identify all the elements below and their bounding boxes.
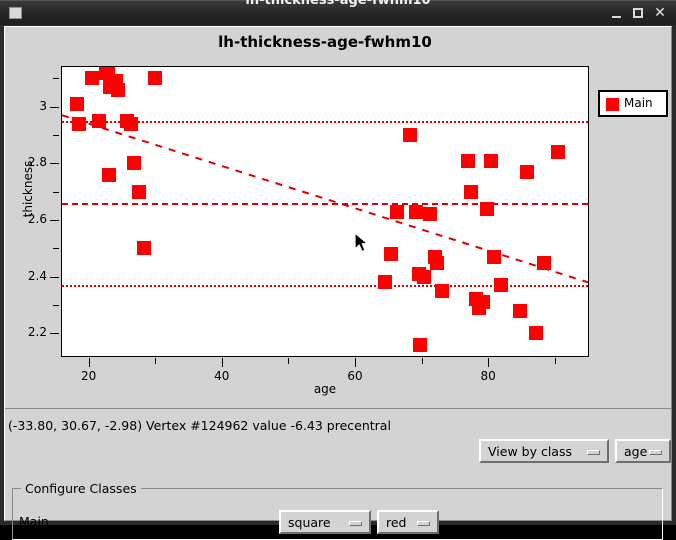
plot-legend[interactable]: Main (598, 90, 668, 117)
y-tick-major (50, 220, 59, 221)
data-point[interactable] (464, 185, 478, 199)
data-point[interactable] (529, 326, 543, 340)
y-tick-label: 2.4 (13, 269, 47, 283)
class-name-label: Main (19, 514, 49, 529)
x-tick-label: 20 (74, 369, 104, 383)
data-point[interactable] (102, 168, 116, 182)
data-point[interactable] (384, 247, 398, 261)
data-point[interactable] (132, 185, 146, 199)
data-point[interactable] (494, 278, 508, 292)
maximize-button[interactable] (630, 5, 646, 21)
application-window: lh-thickness-age-fwhm10 ✕ lh-thickness-a… (0, 0, 676, 525)
y-tick-minor (53, 135, 59, 136)
window-title: lh-thickness-age-fwhm10 (0, 0, 676, 8)
data-point[interactable] (417, 270, 431, 284)
class-color-label: red (386, 515, 407, 530)
data-point[interactable] (148, 71, 162, 85)
data-point[interactable] (513, 304, 527, 318)
chevron-down-icon (349, 521, 362, 526)
data-point[interactable] (484, 154, 498, 168)
x-tick-major (222, 358, 223, 367)
y-tick-minor (53, 192, 59, 193)
class-shape-option-menu[interactable]: square (279, 510, 371, 534)
data-point[interactable] (409, 205, 423, 219)
view-mode-option-menu[interactable]: View by class (479, 439, 609, 463)
data-point[interactable] (70, 97, 84, 111)
class-shape-label: square (288, 515, 331, 530)
x-tick-label: 40 (207, 369, 237, 383)
data-point[interactable] (537, 256, 551, 270)
data-point[interactable] (137, 241, 151, 255)
chevron-down-icon (587, 450, 600, 455)
data-point[interactable] (476, 295, 490, 309)
y-tick-label: 2.6 (13, 212, 47, 226)
x-tick-minor (155, 358, 156, 364)
data-point[interactable] (390, 205, 404, 219)
trend-line (62, 67, 588, 356)
x-axis-label: age (61, 382, 589, 396)
configure-classes-title: Configure Classes (21, 481, 141, 496)
y-tick-major (50, 107, 59, 108)
window-menu-icon[interactable] (9, 7, 22, 19)
client-area: lh-thickness-age-fwhm10 thickness age 2.… (4, 26, 672, 521)
data-point[interactable] (435, 284, 449, 298)
data-point[interactable] (127, 156, 141, 170)
x-tick-major (488, 358, 489, 367)
plot-canvas[interactable] (61, 66, 589, 357)
x-tick-minor (288, 358, 289, 364)
data-point[interactable] (85, 71, 99, 85)
data-point[interactable] (92, 114, 106, 128)
x-tick-major (355, 358, 356, 367)
y-tick-major (50, 277, 59, 278)
data-point[interactable] (378, 275, 392, 289)
data-point[interactable] (461, 154, 475, 168)
y-tick-minor (53, 305, 59, 306)
class-color-option-menu[interactable]: red (377, 510, 439, 534)
data-point[interactable] (111, 83, 125, 97)
data-point[interactable] (487, 250, 501, 264)
close-button[interactable]: ✕ (652, 5, 668, 21)
x-tick-label: 80 (473, 369, 503, 383)
data-point[interactable] (520, 165, 534, 179)
data-point[interactable] (423, 207, 437, 221)
x-tick-minor (555, 358, 556, 364)
legend-swatch-main (606, 98, 619, 111)
y-tick-label: 3 (13, 99, 47, 113)
data-point[interactable] (72, 117, 86, 131)
y-tick-minor (53, 248, 59, 249)
x-axis-ticks: 20 40 60 80 (61, 358, 589, 382)
data-point[interactable] (403, 128, 417, 142)
data-point[interactable] (413, 338, 427, 352)
x-tick-label: 60 (340, 369, 370, 383)
status-text: (-33.80, 30.67, -2.98) Vertex #124962 va… (8, 418, 391, 433)
view-mode-label: View by class (488, 444, 572, 459)
chevron-down-icon (649, 450, 662, 455)
scatter-plot-panel[interactable]: lh-thickness-age-fwhm10 thickness age 2.… (5, 27, 671, 408)
y-tick-major (50, 333, 59, 334)
minimize-icon (612, 16, 621, 18)
data-point[interactable] (480, 202, 494, 216)
legend-label-main: Main (624, 96, 653, 110)
y-tick-minor (53, 78, 59, 79)
plot-title: lh-thickness-age-fwhm10 (5, 33, 645, 51)
chevron-down-icon (417, 521, 430, 526)
variable-label: age (624, 444, 647, 459)
data-point[interactable] (551, 145, 565, 159)
y-tick-label: 2.2 (13, 325, 47, 339)
maximize-icon (633, 8, 643, 18)
y-axis-ticks: 2.2 2.4 2.6 2.8 3 (5, 66, 59, 357)
variable-option-menu[interactable]: age (615, 439, 671, 463)
y-tick-major (50, 163, 59, 164)
window-titlebar[interactable]: lh-thickness-age-fwhm10 ✕ (0, 0, 676, 25)
x-tick-minor (422, 358, 423, 364)
minimize-button[interactable] (608, 5, 624, 21)
data-point[interactable] (430, 256, 444, 270)
y-tick-label: 2.8 (13, 155, 47, 169)
mouse-pointer-icon (354, 232, 370, 254)
data-point[interactable] (124, 117, 138, 131)
x-tick-major (89, 358, 90, 367)
